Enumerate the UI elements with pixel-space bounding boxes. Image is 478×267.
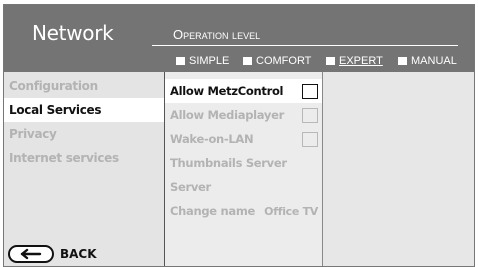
menu-item-privacy[interactable]: Privacy [4,122,164,146]
level-option-marker-icon [176,57,185,65]
allow-metzcontrol-checkbox[interactable] [302,83,318,99]
level-option-marker-icon [243,57,252,65]
category-menu: Configuration Local Services Privacy Int… [4,72,165,266]
operation-level-text: Operation level [173,27,261,42]
operation-level-divider [152,45,458,46]
level-option-label: SIMPLE [189,55,230,67]
setting-label: Thumbnails Server [170,156,287,170]
setting-label: Change name [170,204,256,218]
menu-item-configuration[interactable]: Configuration [4,74,164,98]
level-option-comfort[interactable]: COMFORT [243,54,311,68]
setting-server[interactable]: Server [165,175,322,199]
menu-item-local-services[interactable]: Local Services [4,98,164,122]
back-arrow-icon [8,245,54,263]
level-option-marker-icon [326,57,335,65]
setting-allow-metzcontrol[interactable]: Allow MetzControl [165,79,322,103]
back-label: BACK [60,247,97,261]
wake-on-lan-checkbox[interactable] [302,131,318,147]
level-option-simple[interactable]: SIMPLE [176,54,229,68]
allow-mediaplayer-checkbox[interactable] [302,107,318,123]
header-bar: Network Operation level SIMPLE COMFORT E… [4,5,474,72]
network-settings-window: Network Operation level SIMPLE COMFORT E… [3,4,475,267]
detail-panel [323,72,474,266]
page-title: Network [32,21,114,45]
setting-allow-mediaplayer[interactable]: Allow Mediaplayer [165,103,322,127]
level-option-manual[interactable]: MANUAL [398,54,457,68]
setting-label: Wake-on-LAN [170,132,254,146]
level-option-label: EXPERT [339,55,383,67]
level-option-expert[interactable]: EXPERT [326,54,383,68]
level-option-label: COMFORT [256,55,312,67]
setting-change-name[interactable]: Change name Office TV [165,199,322,223]
level-option-marker-icon [398,57,407,65]
setting-label: Allow Mediaplayer [170,108,284,122]
setting-label: Server [170,180,211,194]
setting-thumbnails-server[interactable]: Thumbnails Server [165,151,322,175]
device-name-value: Office TV [264,204,318,218]
setting-wake-on-lan[interactable]: Wake-on-LAN [165,127,322,151]
operation-level-label: Operation level [173,27,260,42]
level-option-label: MANUAL [411,55,457,67]
menu-item-internet-services[interactable]: Internet services [4,146,164,170]
back-button[interactable]: BACK [8,245,97,263]
setting-label: Allow MetzControl [170,84,284,98]
settings-list: Allow MetzControl Allow Mediaplayer Wake… [165,72,323,266]
